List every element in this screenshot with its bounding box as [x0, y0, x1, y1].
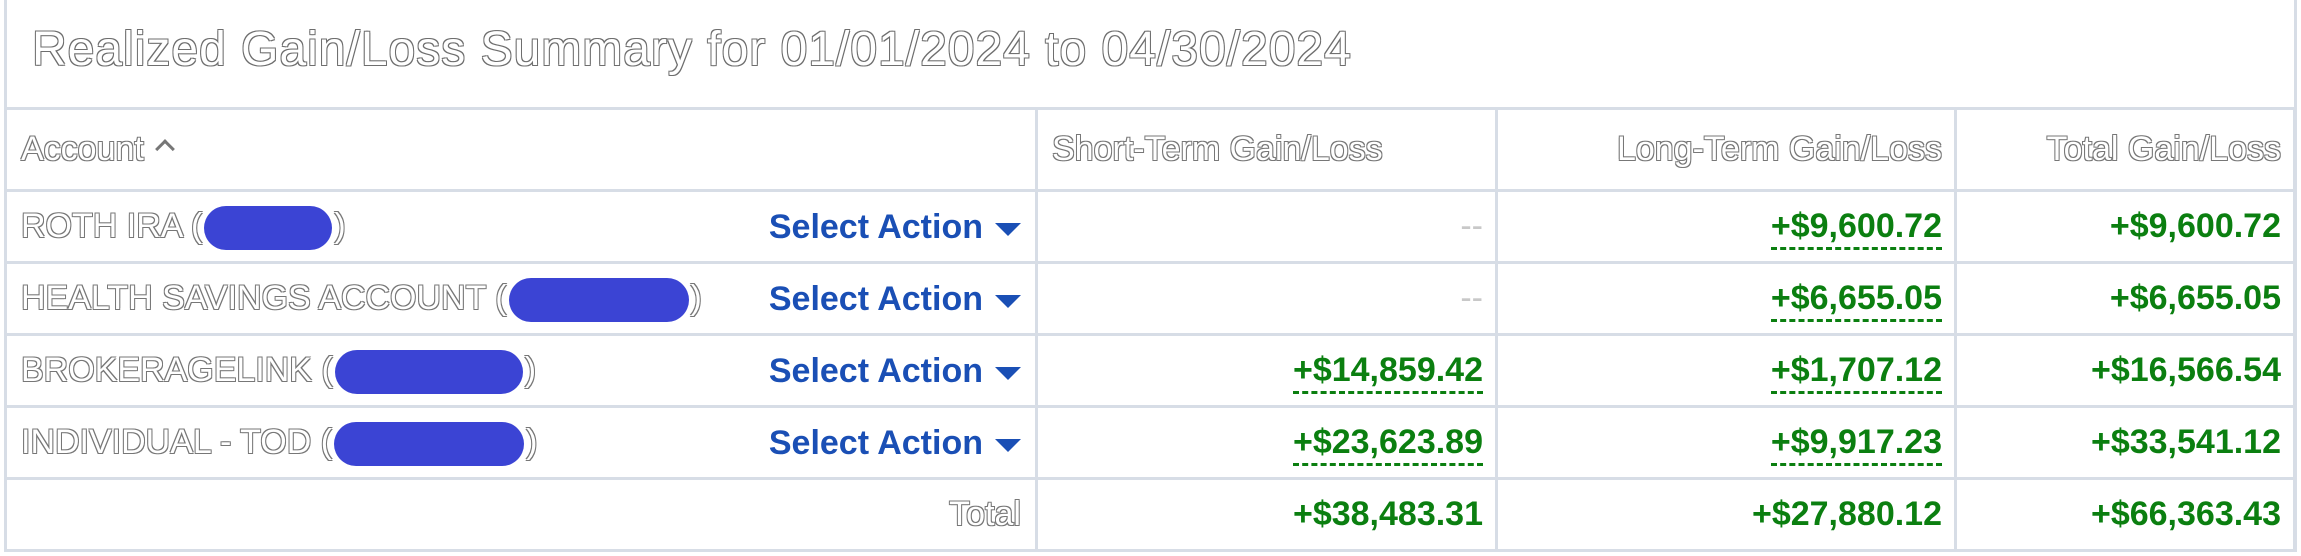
account-cell: ROTH IRA () Select Action	[4, 189, 1038, 264]
account-cell: HEALTH SAVINGS ACCOUNT () Select Action	[4, 261, 1038, 336]
short-term-value: --	[1035, 261, 1498, 336]
long-term-value: +$9,600.72	[1495, 189, 1957, 264]
chevron-down-icon	[995, 366, 1021, 380]
select-action-dropdown[interactable]: Select Action	[769, 280, 1021, 319]
account-cell: INDIVIDUAL - TOD () Select Action	[4, 405, 1038, 480]
table-row: INDIVIDUAL - TOD () Select Action +$23,6…	[4, 405, 2296, 480]
short-term-value: +$23,623.89	[1035, 405, 1498, 480]
column-header-short-term: Short-Term Gain/Loss	[1035, 107, 1498, 192]
redacted-account-number	[508, 278, 689, 322]
total-value: +$33,541.12	[1954, 405, 2296, 480]
page-title: Realized Gain/Loss Summary for 01/01/202…	[32, 23, 1352, 76]
redacted-account-number	[334, 422, 525, 466]
table-row: HEALTH SAVINGS ACCOUNT () Select Action …	[4, 261, 2296, 336]
total-long-term: +$27,880.12	[1495, 477, 1957, 552]
account-name: BROKERAGELINK ()	[21, 350, 536, 394]
chevron-down-icon	[995, 438, 1021, 452]
short-term-value: --	[1035, 189, 1498, 264]
short-term-value: +$14,859.42	[1035, 333, 1498, 408]
table-row: BROKERAGELINK () Select Action +$14,859.…	[4, 333, 2296, 408]
column-header-total: Total Gain/Loss	[1954, 107, 2296, 192]
total-value: +$16,566.54	[1954, 333, 2296, 408]
select-action-dropdown[interactable]: Select Action	[769, 208, 1021, 247]
long-term-value: +$9,917.23	[1495, 405, 1957, 480]
table-row: ROTH IRA () Select Action -- +$9,600.72 …	[4, 189, 2296, 264]
account-name: ROTH IRA ()	[21, 206, 346, 250]
sort-ascending-icon[interactable]	[154, 139, 175, 159]
long-term-value: +$6,655.05	[1495, 261, 1957, 336]
total-value: +$9,600.72	[1954, 189, 2296, 264]
total-label: Total	[4, 477, 1038, 552]
account-name: INDIVIDUAL - TOD ()	[21, 422, 537, 466]
select-action-dropdown[interactable]: Select Action	[769, 424, 1021, 463]
table-header-row: Account Short-Term Gain/Loss Long-Term G…	[4, 107, 2296, 192]
account-name: HEALTH SAVINGS ACCOUNT ()	[21, 278, 702, 322]
grand-total: +$66,363.43	[1954, 477, 2296, 552]
total-short-term: +$38,483.31	[1035, 477, 1498, 552]
chevron-down-icon	[995, 222, 1021, 236]
total-value: +$6,655.05	[1954, 261, 2296, 336]
long-term-value: +$1,707.12	[1495, 333, 1957, 408]
account-cell: BROKERAGELINK () Select Action	[4, 333, 1038, 408]
column-header-account[interactable]: Account	[4, 107, 1038, 192]
gain-loss-table: Account Short-Term Gain/Loss Long-Term G…	[4, 107, 2296, 552]
redacted-account-number	[204, 206, 333, 250]
select-action-dropdown[interactable]: Select Action	[769, 352, 1021, 391]
chevron-down-icon	[995, 294, 1021, 308]
redacted-account-number	[334, 350, 523, 394]
column-header-long-term: Long-Term Gain/Loss	[1495, 107, 1957, 192]
totals-row: Total +$38,483.31 +$27,880.12 +$66,363.4…	[4, 477, 2296, 552]
